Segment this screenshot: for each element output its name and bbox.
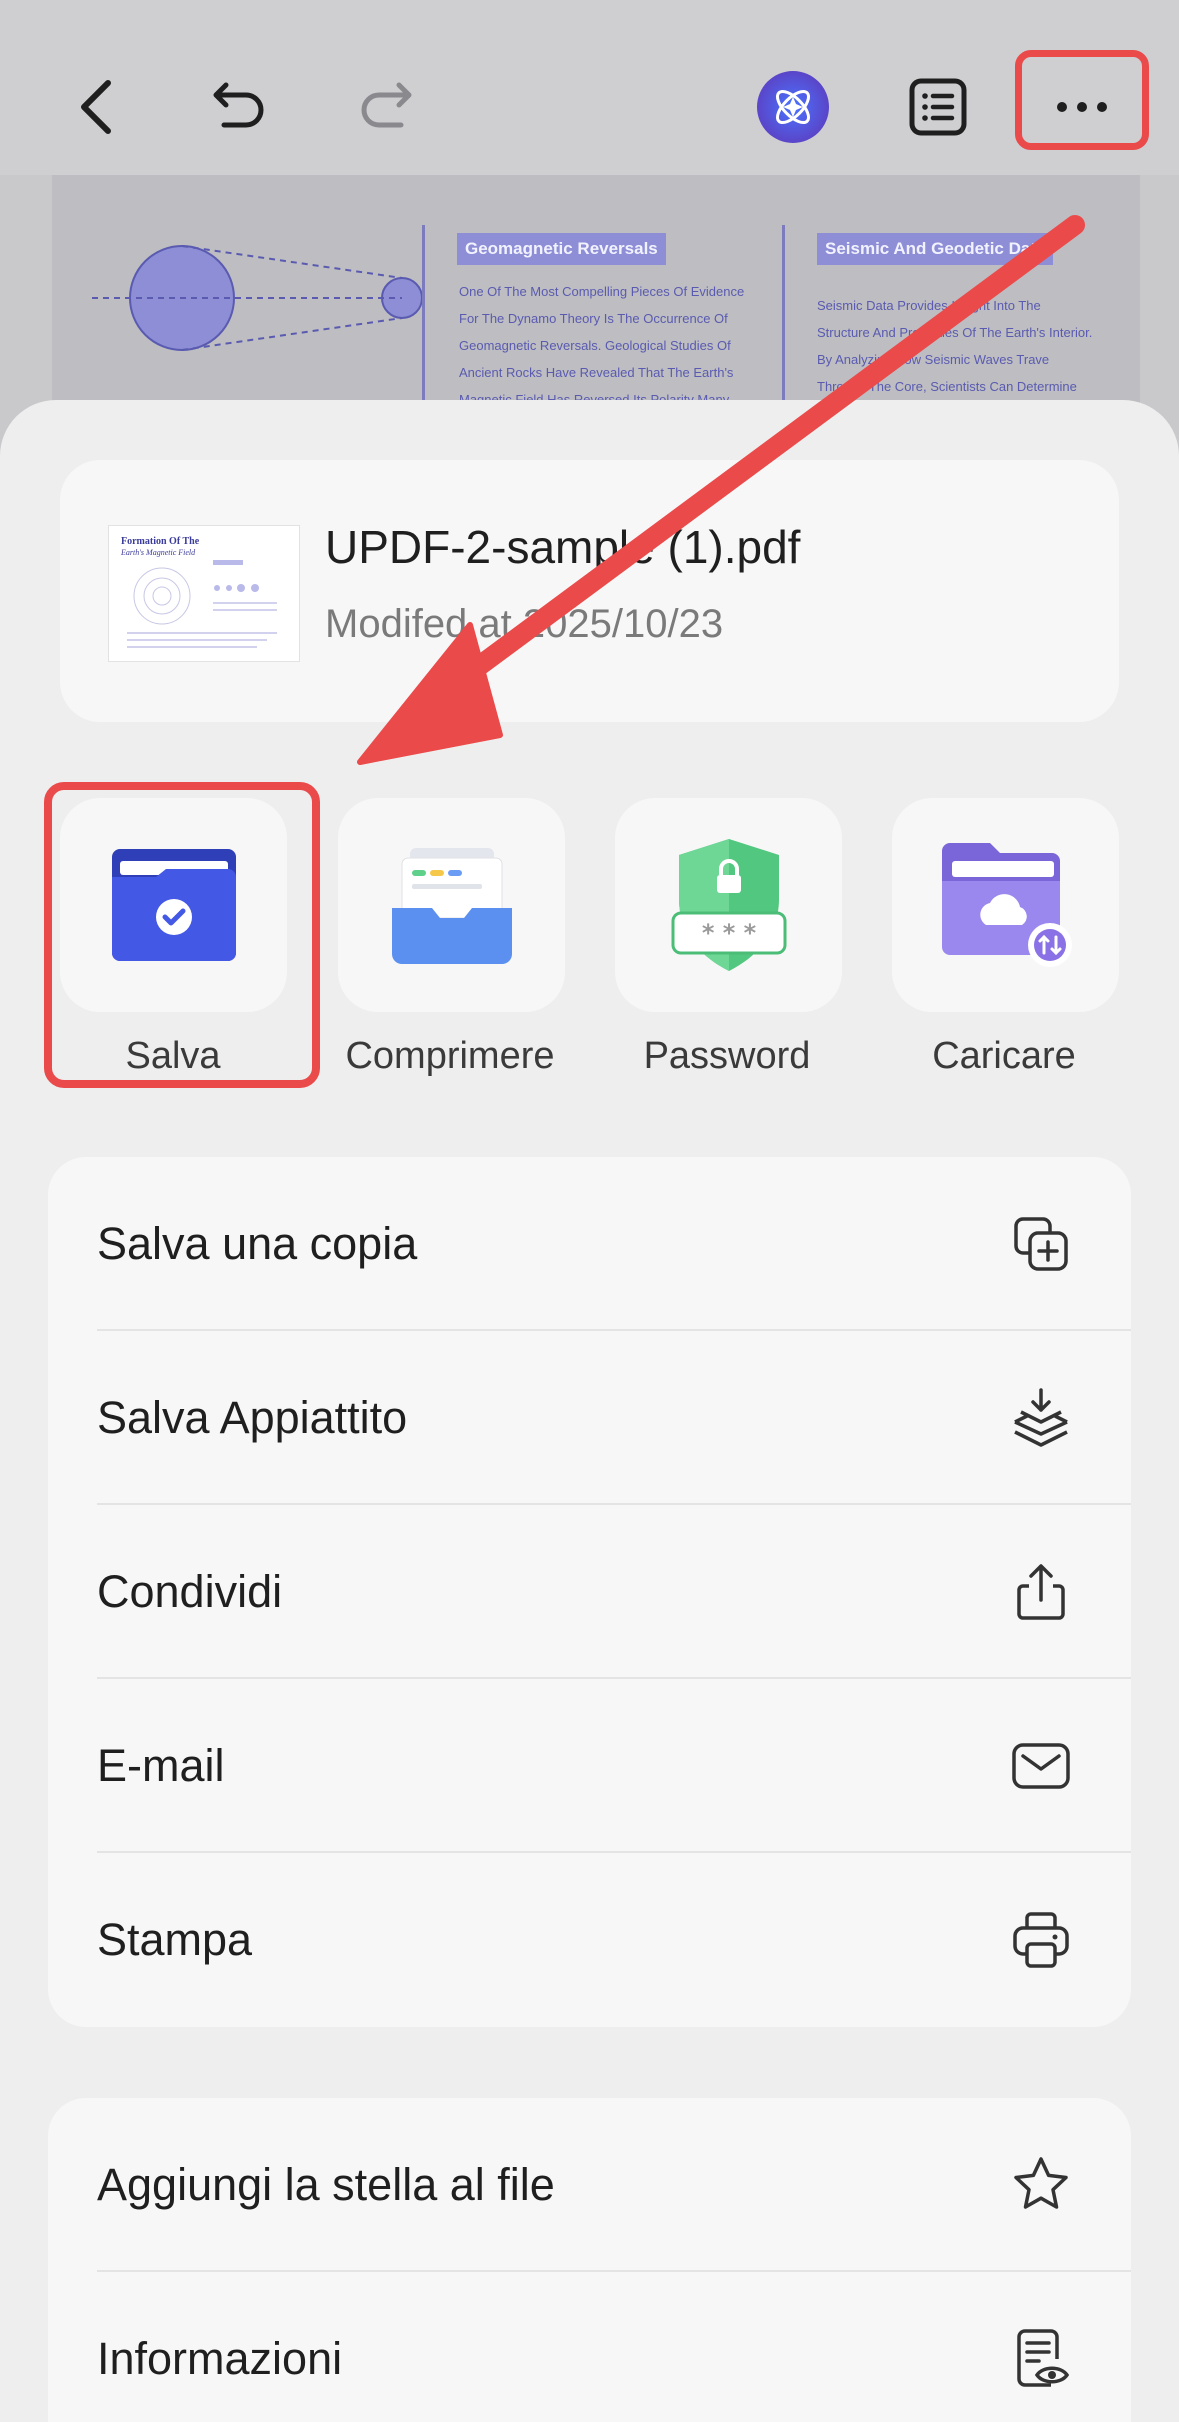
doc-line: Ancient Rocks Have Revealed That The Ear… <box>459 365 734 380</box>
svg-text:* * *: * * * <box>701 919 756 947</box>
password-shield-icon: * * * <box>671 839 786 971</box>
file-name: UPDF-2-sample (1).pdf <box>325 521 801 573</box>
menu-item-add-star[interactable]: Aggiungi la stella al file <box>48 2098 1131 2272</box>
doc-line: One Of The Most Compelling Pieces Of Evi… <box>459 284 745 299</box>
doc-text-1: One Of The Most Compelling Pieces Of Evi… <box>459 278 744 413</box>
menu-item-info[interactable]: Informazioni <box>48 2272 1131 2422</box>
file-modified-date: Modifed at 2025/10/23 <box>325 602 724 646</box>
menu-item-save-copy[interactable]: Salva una copia <box>48 1157 1131 1331</box>
undo-button[interactable] <box>185 52 295 162</box>
mail-icon <box>1012 1743 1070 1789</box>
doc-line: Through The Core, Scientists Can Determi… <box>817 379 1077 394</box>
thumb-subtitle: Earth's Magnetic Field <box>121 548 196 557</box>
file-extra-menu: Aggiungi la stella al file Informazioni <box>48 2098 1131 2422</box>
copy-plus-icon <box>1014 1217 1068 1271</box>
share-icon <box>1017 1564 1065 1620</box>
redo-icon <box>361 82 412 128</box>
menu-item-label: Informazioni <box>97 2333 343 2384</box>
flatten-download-icon <box>1014 1388 1068 1447</box>
file-actions-menu: Salva una copia Salva Appiattito Condivi… <box>48 1157 1131 2027</box>
action-compress-label: Comprimere <box>345 1035 555 1077</box>
menu-item-label: Condividi <box>97 1566 283 1617</box>
print-icon <box>1013 1912 1069 1968</box>
action-password-label: Password <box>643 1035 811 1077</box>
list-icon <box>909 78 967 136</box>
doc-line: For The Dynamo Theory Is The Occurrence … <box>459 311 728 326</box>
doc-line: Structure And Properties Of The Earth's … <box>817 325 1093 340</box>
outline-button[interactable] <box>883 52 993 162</box>
menu-item-label: Aggiungi la stella al file <box>97 2159 555 2210</box>
menu-item-print[interactable]: Stampa <box>48 1853 1131 2027</box>
doc-heading-2: Seismic And Geodetic Data <box>817 233 1054 265</box>
star-icon <box>1014 2157 1068 2209</box>
ai-assistant-icon <box>757 71 829 143</box>
menu-item-label: Salva Appiattito <box>97 1392 408 1443</box>
action-upload[interactable] <box>892 798 1119 1012</box>
compress-tray-icon <box>391 848 512 964</box>
top-toolbar <box>0 0 1179 175</box>
action-upload-label: Caricare <box>932 1035 1076 1077</box>
action-password[interactable]: * * * <box>615 798 842 1012</box>
thumb-graphic <box>127 560 277 648</box>
redo-button[interactable] <box>330 52 440 162</box>
file-thumbnail: Formation Of The Earth's Magnetic Field <box>108 525 300 662</box>
thumb-title: Formation Of The <box>121 536 200 547</box>
back-button[interactable] <box>42 52 152 162</box>
doc-text-2: Seismic Data Provides Insight Into The S… <box>817 292 1092 400</box>
chevron-left-icon <box>81 80 111 134</box>
menu-item-email[interactable]: E-mail <box>48 1679 1131 1853</box>
doc-line: By Analyzing How Seismic Waves Trave <box>817 352 1050 367</box>
menu-item-label: Salva una copia <box>97 1218 418 1269</box>
menu-item-save-flattened[interactable]: Salva Appiattito <box>48 1331 1131 1505</box>
menu-item-label: E-mail <box>97 1740 225 1791</box>
document-preview: Geomagnetic Reversals One Of The Most Co… <box>52 175 1140 435</box>
cloud-upload-folder-icon <box>941 843 1072 967</box>
menu-item-label: Stampa <box>97 1914 253 1965</box>
save-action-highlight <box>44 782 320 1088</box>
undo-icon <box>213 82 264 128</box>
ai-assistant-button[interactable] <box>738 52 848 162</box>
doc-heading-1: Geomagnetic Reversals <box>457 233 666 265</box>
doc-line: Seismic Data Provides Insight Into The <box>817 298 1041 313</box>
file-info-icon <box>1017 2329 1070 2387</box>
doc-line: Geomagnetic Reversals. Geological Studie… <box>459 338 731 353</box>
magnetic-field-diagram <box>92 245 423 351</box>
action-compress[interactable] <box>338 798 565 1012</box>
menu-item-share[interactable]: Condividi <box>48 1505 1131 1679</box>
more-button-highlight <box>1015 50 1149 150</box>
